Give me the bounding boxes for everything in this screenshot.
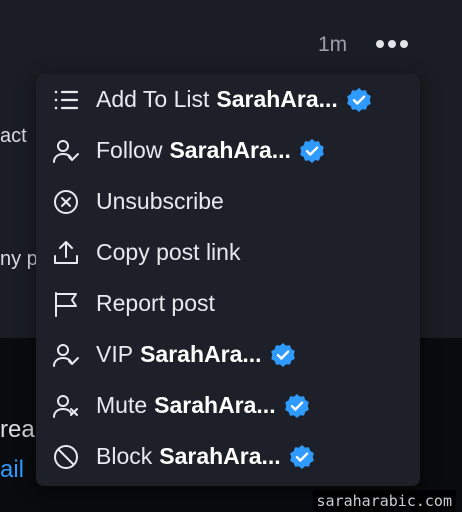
list-icon [36, 74, 96, 125]
flag-icon [36, 278, 96, 329]
menu-item-mute[interactable]: Mute SarahAra... [36, 380, 420, 431]
menu-item-add-to-list[interactable]: Add To List SarahAra... [36, 74, 420, 125]
menu-item-block[interactable]: Block SarahAra... [36, 431, 420, 482]
menu-item-unsubscribe[interactable]: Unsubscribe [36, 176, 420, 227]
menu-item-copy-post-link[interactable]: Copy post link [36, 227, 420, 278]
menu-item-label: Follow [96, 137, 163, 163]
menu-item-report-post[interactable]: Report post [36, 278, 420, 329]
creator-name: SarahAra... [140, 341, 262, 367]
post-timestamp: 1m [318, 33, 348, 56]
user-x-icon [36, 380, 96, 431]
post-text-fragment: act [0, 125, 27, 147]
menu-item-follow[interactable]: Follow SarahAra... [36, 125, 420, 176]
more-options-icon[interactable] [376, 40, 408, 52]
user-check-icon [36, 329, 96, 380]
menu-item-label: VIP [96, 341, 134, 367]
creator-name: SarahAra... [159, 443, 281, 469]
user-check-icon [36, 125, 96, 176]
verified-badge-icon [284, 393, 309, 418]
menu-item-label: Mute [96, 392, 148, 418]
menu-item-label: Unsubscribe [96, 188, 224, 214]
verified-badge-icon [300, 138, 324, 163]
post-text-fragment: rea [0, 416, 35, 443]
menu-item-label: Add To List [96, 86, 210, 112]
verified-badge-icon [270, 342, 295, 367]
circle-x-icon [36, 176, 96, 227]
verified-badge-icon [347, 87, 371, 112]
post-options-menu: Add To List SarahAra... Follow SarahAra.… [36, 74, 420, 486]
menu-item-label: Copy post link [96, 239, 241, 265]
menu-item-label: Report post [96, 290, 215, 316]
creator-name: SarahAra... [169, 137, 291, 163]
ban-icon [36, 431, 96, 482]
menu-item-label: Block [96, 443, 153, 469]
creator-name: SarahAra... [216, 86, 338, 112]
watermark: saraharabic.com [312, 490, 456, 512]
post-link-fragment[interactable]: ail [0, 456, 24, 484]
verified-badge-icon [289, 444, 314, 469]
creator-name: SarahAra... [154, 392, 276, 418]
menu-item-vip[interactable]: VIP SarahAra... [36, 329, 420, 380]
post-text-fragment: ny p [0, 248, 38, 270]
share-upload-icon [36, 227, 96, 278]
